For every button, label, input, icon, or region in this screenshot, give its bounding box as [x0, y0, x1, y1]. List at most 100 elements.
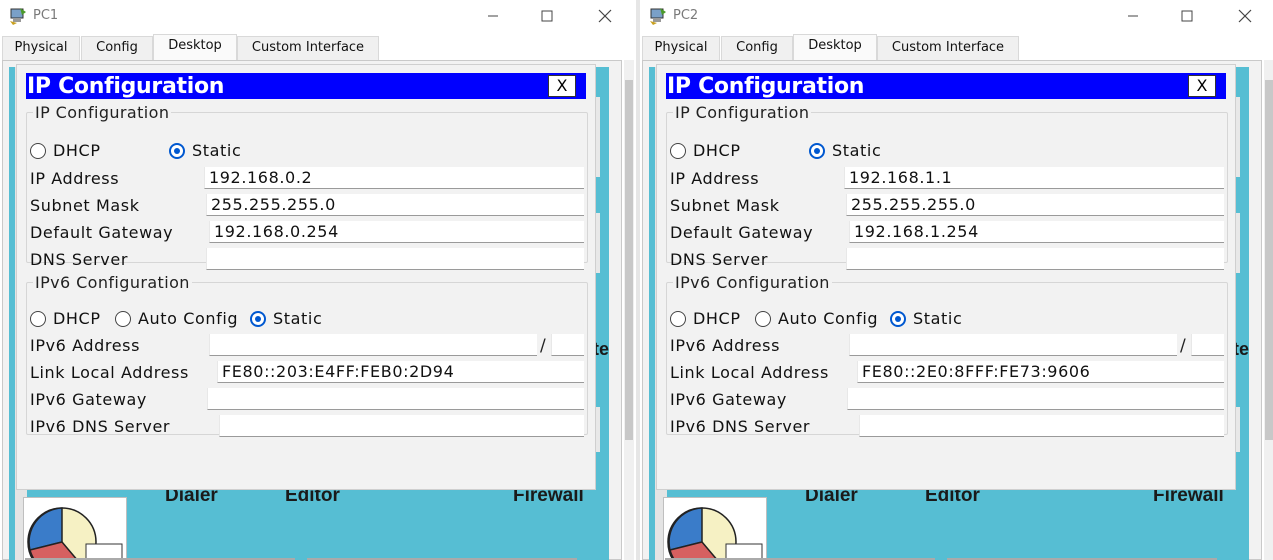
tab-bar: Physical Config Desktop Custom Interface: [640, 34, 1273, 60]
ip-address-label: IP Address: [670, 169, 760, 188]
ipv4-config-group: IP Configuration DHCP Static IP Address …: [666, 103, 1228, 270]
ip-address-field[interactable]: 192.168.0.2: [204, 167, 584, 189]
close-icon[interactable]: [1230, 4, 1260, 28]
ipv6-auto-config-radio[interactable]: [755, 311, 771, 327]
ipv4-dhcp-label: DHCP: [693, 141, 741, 160]
ipv4-dhcp-radio[interactable]: [670, 143, 686, 159]
maximize-icon[interactable]: [532, 4, 562, 28]
ipv6-auto-config-label: Auto Config: [778, 309, 879, 328]
ipv6-prefix-field[interactable]: [1191, 334, 1224, 356]
ipv6-dhcp-radio[interactable]: [30, 311, 46, 327]
dialog-header: IP Configuration X: [26, 73, 586, 99]
tab-desktop[interactable]: Desktop: [793, 34, 877, 60]
ipv4-static-label: Static: [832, 141, 882, 160]
close-icon[interactable]: [590, 4, 620, 28]
default-gateway-label: Default Gateway: [30, 223, 174, 242]
ipv4-config-group: IP Configuration DHCP Static IP Address …: [26, 103, 588, 270]
subnet-mask-label: Subnet Mask: [30, 196, 140, 215]
ipv6-static-radio[interactable]: [890, 311, 906, 327]
dns-server-field[interactable]: [846, 248, 1224, 270]
ipv6-dhcp-label: DHCP: [53, 309, 101, 328]
ip-address-field[interactable]: 192.168.1.1: [844, 167, 1224, 189]
prefix-separator: /: [1180, 336, 1186, 356]
maximize-icon[interactable]: [1172, 4, 1202, 28]
ipv6-static-label: Static: [913, 309, 963, 328]
link-local-address-label: Link Local Address: [30, 363, 189, 382]
default-gateway-field[interactable]: 192.168.0.254: [209, 221, 584, 243]
vertical-scrollbar[interactable]: [624, 60, 634, 560]
pc2-window: PC2 Physical Config Desktop Custom Inter…: [640, 0, 1273, 560]
pc1-window: PC1 Physical Config Desktop Custom Inter…: [0, 0, 636, 560]
prefix-separator: /: [540, 336, 546, 356]
ipv6-gateway-field[interactable]: [207, 388, 584, 410]
tab-physical[interactable]: Physical: [2, 36, 80, 60]
minimize-icon[interactable]: [478, 4, 508, 28]
default-gateway-label: Default Gateway: [670, 223, 814, 242]
tab-custom-interface[interactable]: Custom Interface: [237, 36, 379, 60]
tab-desktop[interactable]: Desktop: [153, 34, 237, 60]
scrollbar-thumb[interactable]: [625, 80, 633, 440]
dialog-close-button[interactable]: X: [548, 75, 576, 97]
ipv6-config-group: IPv6 Configuration DHCP Auto Config Stat…: [666, 273, 1228, 437]
ipv6-static-radio[interactable]: [250, 311, 266, 327]
dns-server-label: DNS Server: [30, 250, 128, 269]
ipv6-auto-config-radio[interactable]: [115, 311, 131, 327]
dns-server-field[interactable]: [206, 248, 584, 270]
dialog-header: IP Configuration X: [666, 73, 1226, 99]
pie-chart-app-icon[interactable]: [23, 497, 127, 560]
ipv6-gateway-field[interactable]: [847, 388, 1224, 410]
dialog-title: IP Configuration: [667, 74, 865, 99]
default-gateway-field[interactable]: 192.168.1.254: [849, 221, 1224, 243]
ipv6-address-field[interactable]: [849, 334, 1177, 356]
tab-config[interactable]: Config: [721, 36, 793, 60]
ipv6-static-label: Static: [273, 309, 323, 328]
subnet-mask-field[interactable]: 255.255.255.0: [846, 194, 1224, 216]
ipv4-static-radio[interactable]: [169, 143, 185, 159]
ipv6-prefix-field[interactable]: [551, 334, 584, 356]
minimize-icon[interactable]: [1118, 4, 1148, 28]
tab-config[interactable]: Config: [81, 36, 153, 60]
window-title: PC1: [33, 8, 59, 23]
dialog-title: IP Configuration: [27, 74, 225, 99]
ipv6-address-label: IPv6 Address: [30, 336, 141, 355]
ipv6-config-group: IPv6 Configuration DHCP Auto Config Stat…: [26, 273, 588, 437]
ipv4-dhcp-radio[interactable]: [30, 143, 46, 159]
link-local-address-field[interactable]: FE80::2E0:8FFF:FE73:9606: [857, 361, 1224, 383]
subnet-mask-field[interactable]: 255.255.255.0: [206, 194, 584, 216]
ipv6-gateway-label: IPv6 Gateway: [670, 390, 787, 409]
vertical-scrollbar[interactable]: [1264, 60, 1273, 560]
pie-chart-app-icon[interactable]: [663, 497, 767, 560]
ipv6-address-label: IPv6 Address: [670, 336, 781, 355]
window-title: PC2: [673, 8, 699, 23]
ipv6-dns-server-label: IPv6 DNS Server: [670, 417, 811, 436]
ip-configuration-dialog: IP Configuration X IP Configuration DHCP…: [656, 64, 1236, 490]
ipv6-dns-server-field[interactable]: [219, 415, 584, 437]
ipv6-address-field[interactable]: [209, 334, 537, 356]
ipv6-dns-server-field[interactable]: [859, 415, 1224, 437]
ipv6-group-legend: IPv6 Configuration: [35, 273, 190, 292]
title-bar: PC1: [0, 0, 636, 32]
ipv4-group-legend: IP Configuration: [35, 103, 170, 122]
ipv4-static-radio[interactable]: [809, 143, 825, 159]
packet-tracer-pc-icon: [8, 6, 28, 26]
ipv4-group-legend: IP Configuration: [675, 103, 810, 122]
link-local-address-field[interactable]: FE80::203:E4FF:FEB0:2D94: [217, 361, 584, 383]
packet-tracer-pc-icon: [648, 6, 668, 26]
title-bar: PC2: [640, 0, 1273, 32]
ipv6-dhcp-label: DHCP: [693, 309, 741, 328]
tab-physical[interactable]: Physical: [642, 36, 720, 60]
ip-address-label: IP Address: [30, 169, 120, 188]
ipv6-auto-config-label: Auto Config: [138, 309, 239, 328]
ipv6-group-legend: IPv6 Configuration: [675, 273, 830, 292]
ipv6-gateway-label: IPv6 Gateway: [30, 390, 147, 409]
ip-configuration-dialog: IP Configuration X IP Configuration DHCP…: [16, 64, 596, 490]
scrollbar-thumb[interactable]: [1265, 80, 1273, 440]
tab-bar: Physical Config Desktop Custom Interface: [0, 34, 636, 60]
tab-custom-interface[interactable]: Custom Interface: [877, 36, 1019, 60]
link-local-address-label: Link Local Address: [670, 363, 829, 382]
ipv6-dhcp-radio[interactable]: [670, 311, 686, 327]
subnet-mask-label: Subnet Mask: [670, 196, 780, 215]
ipv4-static-label: Static: [192, 141, 242, 160]
dialog-close-button[interactable]: X: [1188, 75, 1216, 97]
dns-server-label: DNS Server: [670, 250, 768, 269]
